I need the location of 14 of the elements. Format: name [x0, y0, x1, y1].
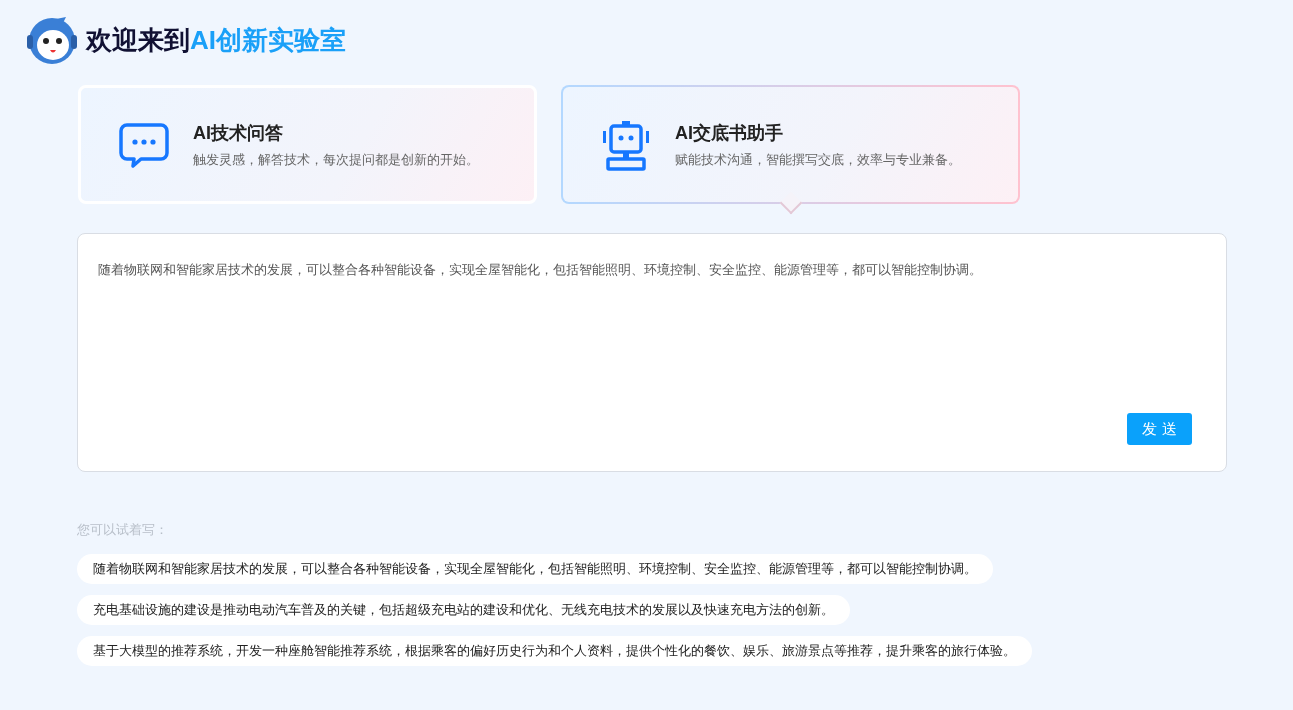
- title-text: 欢迎来到: [86, 23, 190, 57]
- suggestion-chip[interactable]: 基于大模型的推荐系统，开发一种座舱智能推荐系统，根据乘客的偏好历史行为和个人资料，提供个性化的餐饮、娱乐、旅游景点等推荐，提升乘客的旅行体验。: [77, 636, 1032, 666]
- mode-card[interactable]: AI技术问答 触发灵感，解答技术，每次提问都是创新的开始。: [78, 85, 537, 204]
- suggestion-chip[interactable]: 随着物联网和智能家居技术的发展，可以整合各种智能设备，实现全屋智能化，包括智能照明、环境控制、安全监控、能源管理等，都可以智能控制协调。: [77, 554, 993, 584]
- card-description: 赋能技术沟通，智能撰写交底，效率与专业兼备。: [675, 150, 961, 169]
- card-title: AI交底书助手: [675, 121, 784, 145]
- chat-bubble-icon: [119, 121, 169, 168]
- title-highlight: AI创新实验室: [190, 23, 346, 57]
- robot-icon: [601, 118, 651, 171]
- suggestion-chip[interactable]: 充电基础设施的建设是推动电动汽车普及的关键，包括超级充电站的建设和优化、无线充电技术的发展以及快速充电方法的创新。: [77, 595, 850, 625]
- prompt-field[interactable]: 随着物联网和智能家居技术的发展，可以整合各种智能设备，实现全屋智能化，包括智能照明、环境控制、安全监控、能源管理等，都可以智能控制协调。 发 送: [77, 233, 1227, 472]
- mascot-logo: [26, 15, 78, 65]
- card-description: 触发灵感，解答技术，每次提问都是创新的开始。: [193, 150, 479, 169]
- card-title: AI技术问答: [193, 121, 284, 145]
